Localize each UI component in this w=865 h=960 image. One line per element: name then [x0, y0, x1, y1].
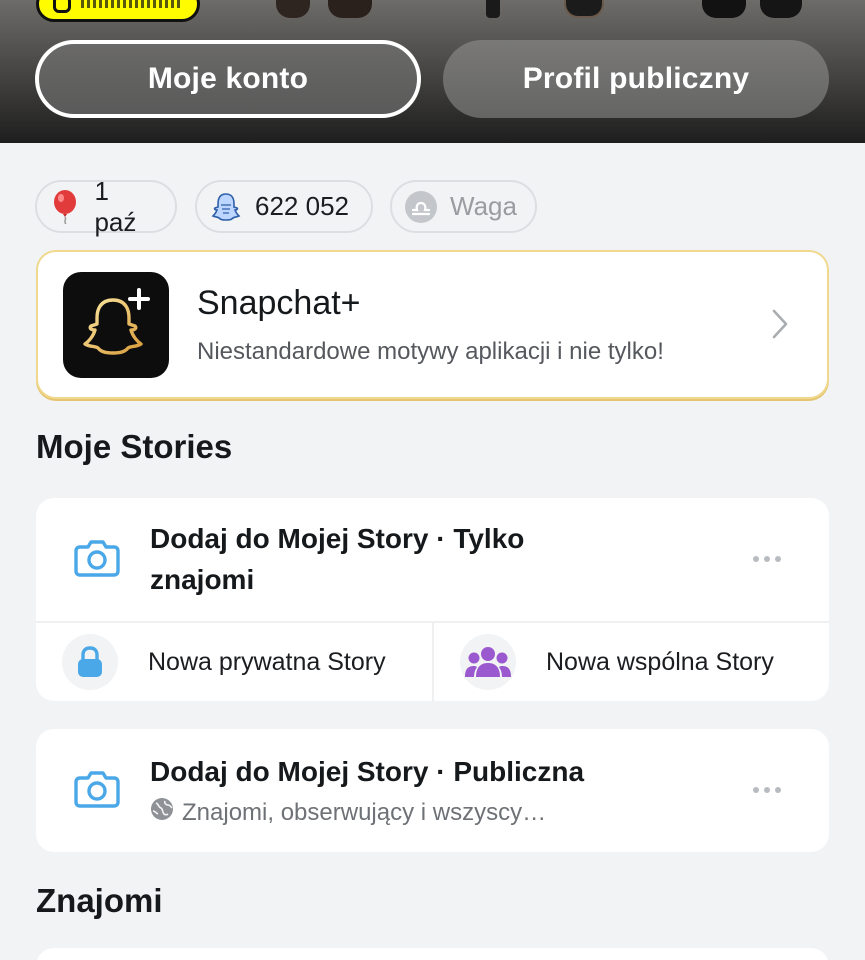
snapchat-plus-title: Snapchat+	[197, 284, 361, 322]
my-account-label: Moje konto	[147, 62, 309, 95]
bitmoji-shoe	[486, 0, 500, 18]
bitmoji-shoe	[702, 0, 746, 18]
my-stories-card: Dodaj do Mojej Story · Tylko znajomi Now…	[36, 498, 829, 701]
public-story-audience-label: Znajomi, obserwujący i wszyscy…	[182, 798, 547, 826]
camera-icon	[74, 769, 120, 814]
libra-icon	[404, 190, 438, 224]
new-shared-story-button[interactable]: Nowa wspólna Story	[460, 623, 829, 701]
friends-card[interactable]	[36, 948, 829, 960]
lock-icon	[62, 634, 118, 690]
more-options-icon[interactable]	[753, 787, 781, 793]
my-stories-heading: Moje Stories	[36, 428, 233, 465]
bitmoji-shoe	[328, 0, 372, 18]
balloon-icon	[49, 189, 82, 224]
friends-heading: Znajomi	[36, 882, 163, 919]
snapcode-ghost-icon	[53, 0, 71, 13]
zodiac-label: Waga	[450, 191, 517, 221]
bitmoji-shoe	[760, 0, 802, 18]
snapcode-badge[interactable]	[36, 0, 200, 22]
divider	[432, 623, 434, 701]
add-to-story-public-row[interactable]: Dodaj do Mojej Story · Publiczna Znajomi…	[36, 729, 829, 852]
chevron-right-icon	[771, 308, 789, 345]
camera-icon	[74, 538, 120, 583]
bitmoji-shoe	[564, 0, 604, 18]
birthday-label: 1 paź	[94, 175, 137, 237]
public-story-audience: Znajomi, obserwujący i wszyscy…	[150, 797, 546, 828]
public-profile-button[interactable]: Profil publiczny	[443, 40, 829, 118]
group-icon	[460, 634, 516, 690]
add-to-story-public-title: Dodaj do Mojej Story · Publiczna	[150, 756, 585, 787]
globe-icon	[150, 797, 174, 828]
snap-score-label: 622 052	[255, 191, 349, 221]
profile-header-banner: Moje konto Profil publiczny	[0, 0, 865, 143]
add-to-story-friends-title: Dodaj do Mojej Story · Tylko znajomi	[150, 523, 525, 595]
birthday-chip[interactable]: 1 paź	[35, 176, 177, 237]
new-private-story-button[interactable]: Nowa prywatna Story	[62, 623, 432, 701]
new-private-story-label: Nowa prywatna Story	[148, 647, 386, 676]
add-to-story-friends-row[interactable]: Dodaj do Mojej Story · Tylko znajomi	[36, 498, 829, 621]
snapchat-plus-logo	[63, 272, 169, 378]
public-profile-label: Profil publiczny	[522, 62, 750, 95]
snapchat-plus-card[interactable]: Snapchat+ Niestandardowe motywy aplikacj…	[36, 250, 829, 399]
bitmoji-shoe	[276, 0, 310, 18]
more-options-icon[interactable]	[753, 556, 781, 562]
snap-score-chip[interactable]: 622 052	[195, 180, 373, 233]
snapchat-plus-subtitle: Niestandardowe motywy aplikacji i nie ty…	[197, 338, 664, 365]
snapcode-pattern	[81, 0, 183, 8]
new-shared-story-label: Nowa wspólna Story	[546, 647, 774, 676]
snap-score-ghost-icon	[209, 190, 243, 224]
my-account-button[interactable]: Moje konto	[35, 40, 421, 118]
zodiac-chip[interactable]: Waga	[390, 180, 537, 233]
